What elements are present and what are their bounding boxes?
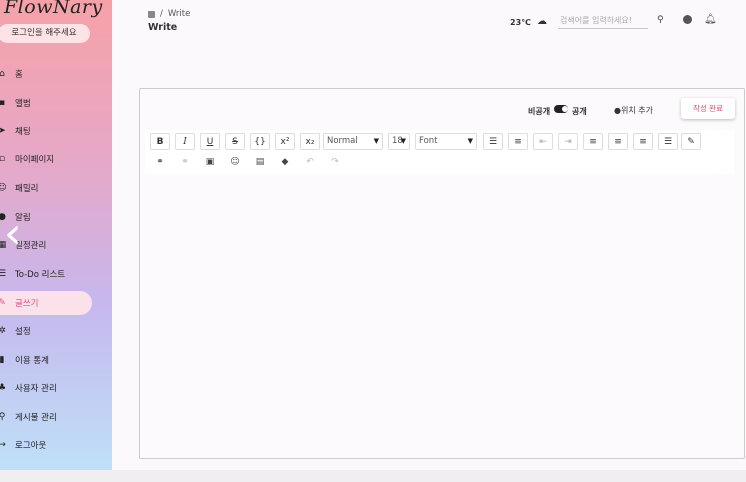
editor-toolbar: B I U S {} x² x₂ Normal ▼ 18 ▼ Font ▼ ☰ ≡ ⇤…: [145, 130, 734, 174]
sidebar-item-label: 이용 통계: [15, 356, 49, 366]
write-icon: ✎: [0, 298, 6, 308]
submit-button[interactable]: 작성 완료: [681, 98, 735, 119]
unlink-icon[interactable]: ⚭: [177, 154, 193, 170]
page-title: Write: [148, 22, 178, 33]
sidebar-item-label: 설정: [15, 327, 31, 337]
temperature: 23℃: [510, 18, 531, 27]
sidebar-item-stats[interactable]: ▮ 이용 통계: [0, 348, 92, 372]
sidebar-item-mypage[interactable]: ▫ 마이페이지: [0, 147, 92, 171]
weather-icon: ☁: [537, 16, 547, 27]
user-icon[interactable]: [683, 15, 692, 24]
family-icon: ☺: [0, 183, 7, 193]
align-center-icon[interactable]: ≡: [608, 133, 628, 150]
sidebar-item-user-admin[interactable]: ♣ 사용자 관리: [0, 376, 92, 400]
sidebar-item-label: To-Do 리스트: [15, 270, 66, 280]
private-label: 비공개: [528, 107, 551, 116]
sidebar-item-label: 앨범: [15, 99, 31, 109]
sidebar-item-label: 채팅: [15, 127, 31, 137]
sidebar-item-label: 마이페이지: [15, 155, 55, 165]
caret-down-icon: ▼: [400, 137, 406, 145]
breadcrumb-separator: /: [160, 9, 163, 19]
breadcrumb-current: Write: [167, 9, 191, 19]
caret-down-icon: ▼: [467, 137, 473, 145]
home-icon[interactable]: [148, 10, 155, 18]
undo-icon[interactable]: ↶: [302, 154, 318, 170]
bold-button[interactable]: B: [150, 133, 170, 150]
font-value: Font: [419, 136, 438, 146]
eraser-icon[interactable]: ◆: [277, 154, 293, 170]
align-left-icon[interactable]: ≡: [583, 133, 603, 150]
link-icon[interactable]: ⚭: [152, 154, 168, 170]
sidebar-item-album[interactable]: ▪ 앨범: [0, 91, 92, 115]
toggle-knob: [562, 106, 568, 112]
login-button[interactable]: 로그인을 해주세요: [0, 24, 90, 43]
gear-icon: ✲: [0, 326, 6, 336]
mypage-icon: ▫: [0, 154, 6, 164]
strike-button[interactable]: S: [225, 133, 245, 150]
public-label: 공개: [572, 107, 587, 116]
stats-icon: ▮: [0, 355, 5, 365]
list-icon: ☰: [0, 269, 7, 279]
color-picker-icon[interactable]: ✎: [681, 133, 701, 150]
caret-down-icon: ▼: [373, 137, 379, 145]
search-icon: ⚲: [0, 412, 6, 422]
align-justify-icon[interactable]: ☰: [658, 133, 678, 150]
indent-icon[interactable]: ⇥: [558, 133, 578, 150]
format-value: Normal: [327, 136, 358, 146]
search-input[interactable]: [558, 13, 648, 29]
ordered-list-icon[interactable]: ≡: [508, 133, 528, 150]
sidebar-item-label: 글쓰기: [15, 299, 39, 309]
editor-content-area[interactable]: [145, 178, 734, 448]
app-logo[interactable]: FlowNary: [4, 0, 103, 18]
sidebar-item-todo[interactable]: ☰ To-Do 리스트: [0, 262, 92, 286]
sidebar-item-settings[interactable]: ✲ 설정: [0, 319, 92, 343]
sidebar-item-home[interactable]: ⌂ 홈: [0, 62, 92, 86]
emoji-icon[interactable]: ☺: [227, 154, 243, 170]
search-icon[interactable]: ⚲: [657, 15, 664, 25]
home-icon: ⌂: [0, 69, 5, 79]
sidebar-item-post-admin[interactable]: ⚲ 게시물 관리: [0, 405, 92, 429]
sidebar-item-label: 패밀리: [15, 184, 39, 194]
sidebar-item-label: 홈: [15, 70, 23, 80]
font-select[interactable]: Font ▼: [415, 133, 477, 150]
bullet-list-icon[interactable]: ☰: [483, 133, 503, 150]
redo-icon[interactable]: ↷: [327, 154, 343, 170]
chat-icon: ➤: [0, 126, 6, 136]
bottom-bar: [0, 470, 746, 482]
italic-button[interactable]: I: [175, 133, 195, 150]
sidebar-item-family[interactable]: ☺ 패밀리: [0, 176, 92, 200]
outdent-icon[interactable]: ⇤: [533, 133, 553, 150]
breadcrumb: / Write: [148, 9, 190, 19]
prev-arrow-icon[interactable]: ‹: [4, 212, 22, 256]
underline-button[interactable]: U: [200, 133, 220, 150]
subscript-button[interactable]: x₂: [300, 133, 320, 150]
image-icon[interactable]: ▤: [252, 154, 268, 170]
sidebar-item-label: 사용자 관리: [15, 384, 57, 394]
superscript-button[interactable]: x²: [275, 133, 295, 150]
bell-icon[interactable]: 🔔︎: [704, 14, 717, 25]
sidebar-item-logout[interactable]: → 로그아웃: [0, 433, 92, 457]
formula-icon[interactable]: ▣: [202, 154, 218, 170]
add-location-label: 위치 추가: [620, 106, 653, 115]
sidebar-item-chat[interactable]: ➤ 채팅: [0, 119, 92, 143]
album-icon: ▪: [0, 98, 6, 108]
code-button[interactable]: {}: [250, 133, 270, 150]
sidebar-item-label: 게시물 관리: [15, 413, 57, 423]
users-icon: ♣: [0, 383, 7, 393]
location-pin-icon: ●: [614, 106, 621, 115]
font-size-select[interactable]: 18 ▼: [388, 133, 410, 150]
sidebar-item-write[interactable]: ✎ 글쓰기: [0, 291, 92, 315]
add-location-button[interactable]: ●위치 추가: [614, 105, 653, 116]
align-right-icon[interactable]: ≡: [633, 133, 653, 150]
format-select[interactable]: Normal ▼: [323, 133, 383, 150]
sidebar-item-label: 로그아웃: [15, 441, 47, 451]
logout-icon: →: [0, 440, 6, 450]
